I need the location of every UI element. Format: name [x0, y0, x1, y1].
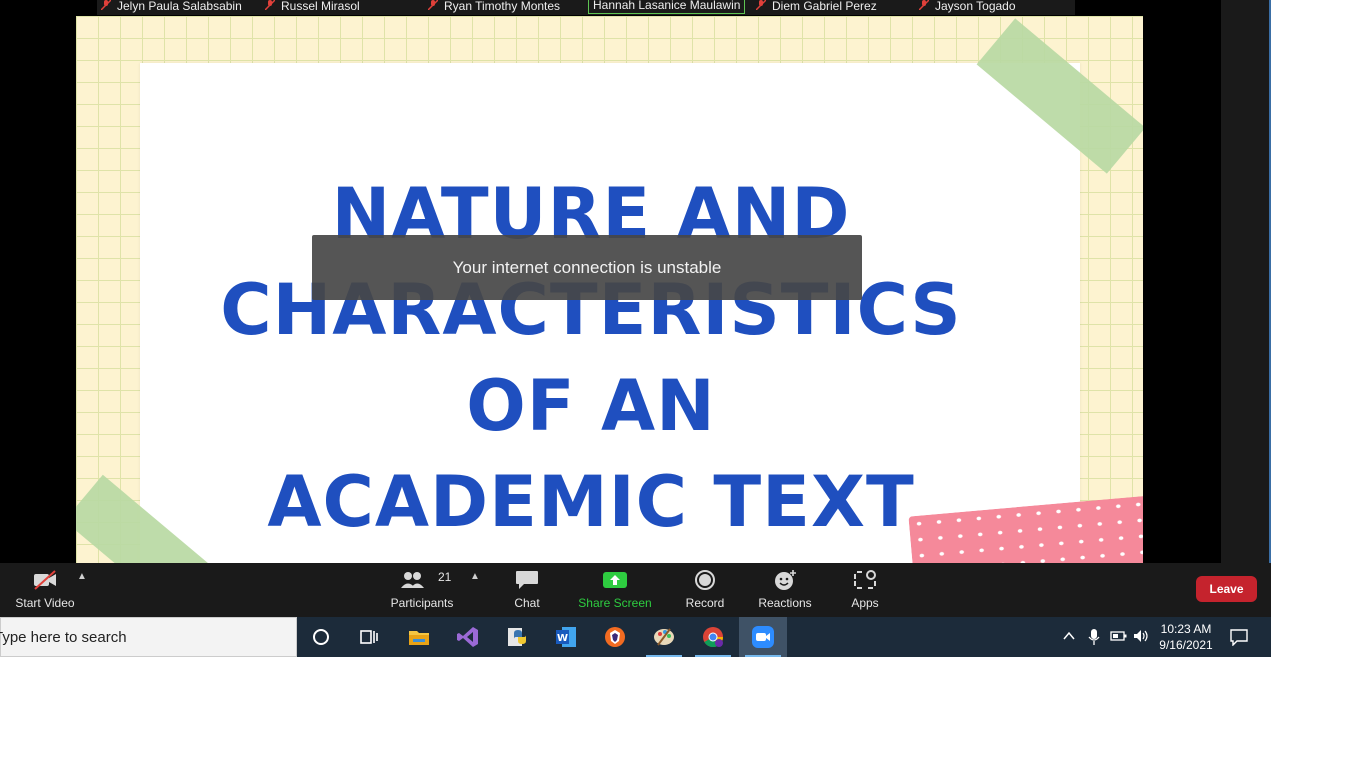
apps-button[interactable]: Apps [842, 563, 888, 617]
apps-label: Apps [851, 596, 879, 610]
word-icon: W [556, 627, 576, 647]
slide-title-line: ACADEMIC TEXT [267, 461, 915, 543]
folder-icon [409, 631, 429, 645]
participant-tile-active-speaker[interactable]: Hannah Lasanice Maulawin [588, 0, 746, 14]
video-panel-background [1221, 0, 1271, 563]
brave-lion-icon [605, 627, 625, 647]
chrome-icon [703, 627, 724, 648]
participant-strip: Jelyn Paula Salabsabin Russel Mirasol Ry… [97, 0, 1075, 15]
microphone-tray-button[interactable] [1087, 629, 1101, 648]
python-app-button[interactable] [493, 617, 541, 657]
notification-icon [1230, 629, 1248, 647]
running-indicator [695, 655, 731, 657]
participants-button[interactable]: 21 Participants [386, 563, 458, 617]
share-screen-label: Share Screen [578, 596, 652, 610]
zoom-app-button[interactable] [739, 617, 787, 657]
svg-text:W: W [557, 633, 568, 644]
chat-label: Chat [514, 596, 540, 610]
slide-title: NATURE AND CHARACTERISTICS OF AN ACADEMI… [196, 166, 986, 550]
visual-studio-button[interactable] [444, 617, 492, 657]
participants-count: 21 [438, 570, 452, 584]
muted-mic-icon [265, 0, 275, 10]
show-hidden-icons-button[interactable] [1062, 629, 1076, 646]
chat-icon [516, 571, 538, 589]
connection-warning-toast: Your internet connection is unstable [312, 235, 862, 300]
participant-tile[interactable]: Russel Mirasol [265, 0, 360, 15]
record-icon [695, 570, 715, 590]
toast-message: Your internet connection is unstable [452, 258, 722, 277]
microphone-icon [1088, 629, 1100, 645]
taskbar-search-box[interactable]: Type here to search [0, 617, 297, 657]
muted-mic-icon [428, 0, 438, 10]
visual-studio-icon [457, 627, 478, 647]
meeting-controls-toolbar: Start Video ▲ 21 Participants ▲ Chat Sha… [0, 563, 1271, 617]
zoom-camera-icon [752, 626, 774, 648]
volume-tray-button[interactable] [1133, 629, 1151, 646]
reactions-icon [775, 570, 796, 590]
reactions-button[interactable]: Reactions [754, 563, 816, 617]
windows-taskbar: Type here to search W 10:23 AM 9/16/2021 [0, 617, 1271, 657]
participants-icon [401, 572, 425, 588]
chrome-button[interactable] [689, 617, 737, 657]
action-center-button[interactable] [1229, 628, 1249, 649]
cortana-button[interactable] [297, 617, 345, 657]
participant-name: Russel Mirasol [281, 0, 360, 13]
record-label: Record [685, 596, 725, 610]
muted-mic-icon [101, 0, 111, 10]
share-screen-icon [603, 572, 627, 588]
participant-tile[interactable]: Jayson Togado [919, 0, 1016, 15]
paint-button[interactable] [640, 617, 688, 657]
battery-tray-button[interactable] [1110, 629, 1128, 646]
brave-browser-button[interactable] [591, 617, 639, 657]
running-indicator [745, 655, 781, 657]
start-video-button[interactable]: Start Video [8, 563, 82, 617]
participant-tile[interactable]: Ryan Timothy Montes [428, 0, 560, 15]
taskbar-clock[interactable]: 10:23 AM 9/16/2021 [1154, 621, 1218, 653]
participant-tile[interactable]: Jelyn Paula Salabsabin [101, 0, 242, 15]
participant-name: Hannah Lasanice Maulawin [593, 0, 741, 12]
window-edge [1269, 0, 1271, 563]
chevron-up-icon[interactable]: ▲ [77, 571, 87, 582]
participant-name: Ryan Timothy Montes [444, 0, 561, 13]
zoom-meeting-window: Jelyn Paula Salabsabin Russel Mirasol Ry… [0, 0, 1271, 657]
speaker-volume-icon [1134, 630, 1148, 642]
paint-palette-icon [654, 628, 674, 646]
participant-name: Jelyn Paula Salabsabin [117, 0, 242, 13]
chevron-up-icon [1063, 631, 1075, 640]
task-view-icon [360, 630, 378, 644]
chat-button[interactable]: Chat [502, 563, 552, 617]
share-screen-button[interactable]: Share Screen [574, 563, 656, 617]
battery-icon [1110, 631, 1127, 641]
clock-time: 10:23 AM [1160, 622, 1212, 636]
search-placeholder: Type here to search [0, 629, 127, 646]
cortana-circle-icon [313, 629, 329, 645]
clock-date: 9/16/2021 [1159, 638, 1213, 652]
task-view-button[interactable] [345, 617, 393, 657]
reactions-label: Reactions [758, 596, 812, 610]
file-explorer-button[interactable] [395, 617, 443, 657]
apps-icon [854, 570, 876, 589]
participant-name: Diem Gabriel Perez [772, 0, 877, 13]
video-off-icon [34, 570, 56, 590]
start-video-label: Start Video [15, 596, 75, 610]
word-button[interactable]: W [542, 617, 590, 657]
record-button[interactable]: Record [679, 563, 731, 617]
python-icon [508, 628, 526, 646]
muted-mic-icon [919, 0, 929, 10]
running-indicator [646, 655, 682, 657]
participant-name: Jayson Togado [935, 0, 1016, 13]
chevron-up-icon[interactable]: ▲ [470, 571, 480, 582]
participants-label: Participants [390, 596, 454, 610]
muted-mic-icon [756, 0, 766, 10]
participant-tile[interactable]: Diem Gabriel Perez [756, 0, 877, 15]
leave-button[interactable]: Leave [1196, 576, 1257, 602]
